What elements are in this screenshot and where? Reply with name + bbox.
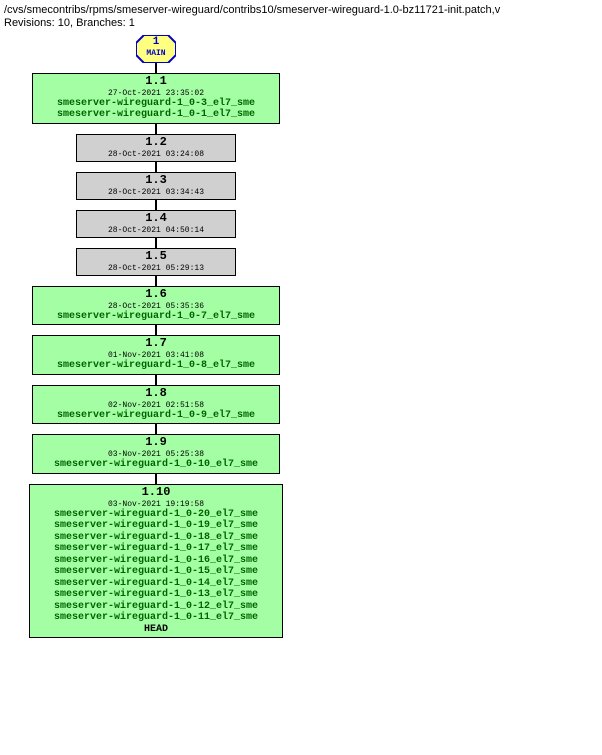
- revision-box[interactable]: 1.228-Oct-2021 03:24:08: [76, 134, 236, 162]
- revision-number: 1.2: [83, 136, 229, 150]
- file-path: /cvs/smecontribs/rpms/smeserver-wireguar…: [4, 4, 598, 16]
- revision-number: 1.4: [83, 212, 229, 226]
- revision-tag: smeserver-wireguard-1_0-8_el7_sme: [39, 360, 273, 372]
- revision-number: 1.1: [39, 75, 273, 89]
- revision-date: 28-Oct-2021 05:35:36: [39, 302, 273, 311]
- revision-box[interactable]: 1.802-Nov-2021 02:51:58smeserver-wiregua…: [32, 385, 280, 424]
- revision-date: 03-Nov-2021 05:25:38: [39, 450, 273, 459]
- revision-box[interactable]: 1.328-Oct-2021 03:34:43: [76, 172, 236, 200]
- connector: [155, 162, 157, 172]
- revision-date: 03-Nov-2021 19:19:58: [36, 500, 276, 509]
- revision-tag: smeserver-wireguard-1_0-7_el7_sme: [39, 311, 273, 323]
- revision-tag: smeserver-wireguard-1_0-10_el7_sme: [39, 459, 273, 471]
- connector: [155, 200, 157, 210]
- branch-number: 1: [136, 36, 176, 48]
- revision-tag: smeserver-wireguard-1_0-20_el7_sme: [36, 509, 276, 521]
- revision-date: 28-Oct-2021 03:24:08: [83, 150, 229, 159]
- connector: [155, 375, 157, 385]
- revision-box[interactable]: 1.903-Nov-2021 05:25:38smeserver-wiregua…: [32, 434, 280, 473]
- revision-box[interactable]: 1.528-Oct-2021 05:29:13: [76, 248, 236, 276]
- revision-date: 01-Nov-2021 03:41:08: [39, 351, 273, 360]
- revision-box[interactable]: 1.701-Nov-2021 03:41:08smeserver-wiregua…: [32, 335, 280, 374]
- revision-date: 02-Nov-2021 02:51:58: [39, 401, 273, 410]
- revision-date: 28-Oct-2021 03:34:43: [83, 188, 229, 197]
- revision-box[interactable]: 1.628-Oct-2021 05:35:36smeserver-wiregua…: [32, 286, 280, 325]
- connector: [155, 276, 157, 286]
- revision-date: 28-Oct-2021 05:29:13: [83, 264, 229, 273]
- revision-date: 28-Oct-2021 04:50:14: [83, 226, 229, 235]
- connector: [155, 238, 157, 248]
- connector: [155, 124, 157, 134]
- revision-box[interactable]: 1.127-Oct-2021 23:35:02smeserver-wiregua…: [32, 73, 280, 124]
- revision-number: 1.9: [39, 436, 273, 450]
- revision-box[interactable]: 1.1003-Nov-2021 19:19:58smeserver-wiregu…: [29, 484, 283, 638]
- revision-graph: 1 MAIN 1.127-Oct-2021 23:35:02smeserver-…: [4, 35, 598, 638]
- revision-tag: smeserver-wireguard-1_0-14_el7_sme: [36, 578, 276, 590]
- revision-tag: smeserver-wireguard-1_0-17_el7_sme: [36, 543, 276, 555]
- revision-tag: smeserver-wireguard-1_0-1_el7_sme: [39, 109, 273, 121]
- revision-tag: smeserver-wireguard-1_0-16_el7_sme: [36, 555, 276, 567]
- revision-number: 1.8: [39, 387, 273, 401]
- revision-tag: smeserver-wireguard-1_0-18_el7_sme: [36, 532, 276, 544]
- revision-tag: smeserver-wireguard-1_0-15_el7_sme: [36, 566, 276, 578]
- revision-number: 1.7: [39, 337, 273, 351]
- revision-number: 1.3: [83, 174, 229, 188]
- revision-box[interactable]: 1.428-Oct-2021 04:50:14: [76, 210, 236, 238]
- revision-number: 1.10: [36, 486, 276, 500]
- branch-name: MAIN: [136, 49, 176, 58]
- connector: [155, 325, 157, 335]
- revision-tag: smeserver-wireguard-1_0-11_el7_sme: [36, 612, 276, 624]
- revision-tag: smeserver-wireguard-1_0-9_el7_sme: [39, 410, 273, 422]
- revision-number: 1.6: [39, 288, 273, 302]
- revision-tag: smeserver-wireguard-1_0-13_el7_sme: [36, 589, 276, 601]
- revision-date: 27-Oct-2021 23:35:02: [39, 89, 273, 98]
- connector: [155, 474, 157, 484]
- revision-head: HEAD: [36, 624, 276, 636]
- revisions-summary: Revisions: 10, Branches: 1: [4, 17, 598, 29]
- branch-box[interactable]: 1 MAIN: [136, 35, 176, 63]
- connector: [155, 63, 157, 73]
- revision-number: 1.5: [83, 250, 229, 264]
- connector: [155, 424, 157, 434]
- revision-tag: smeserver-wireguard-1_0-3_el7_sme: [39, 98, 273, 110]
- revision-tag: smeserver-wireguard-1_0-12_el7_sme: [36, 601, 276, 613]
- revision-tag: smeserver-wireguard-1_0-19_el7_sme: [36, 520, 276, 532]
